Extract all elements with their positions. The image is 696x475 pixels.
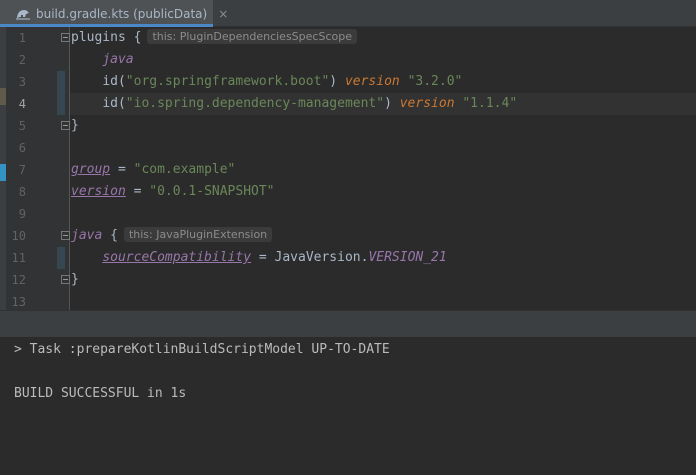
inlay-hint: this: PluginDependenciesSpecScope bbox=[147, 29, 357, 44]
line-number: 1 bbox=[18, 31, 26, 45]
fold-collapse-icon[interactable] bbox=[61, 33, 70, 42]
code-token: id( bbox=[102, 74, 126, 89]
closing-brace: } bbox=[71, 272, 79, 287]
closing-brace: } bbox=[71, 118, 79, 133]
property-version: version bbox=[71, 184, 126, 199]
line-number-current: 4 bbox=[18, 97, 26, 111]
fold-collapse-icon[interactable] bbox=[61, 231, 70, 240]
line-number: 6 bbox=[18, 141, 26, 155]
code-line-11: sourceCompatibility = JavaVersion.VERSIO… bbox=[71, 247, 447, 269]
build-console[interactable]: > Task :prepareKotlinBuildScriptModel UP… bbox=[0, 338, 696, 475]
line-number-gutter: 1 2 3 4 5 6 7 8 9 10 11 12 13 bbox=[6, 27, 57, 310]
line-number: 5 bbox=[18, 119, 26, 133]
editor-tab-bar: build.gradle.kts (publicData) × bbox=[0, 0, 696, 27]
code-token: id( bbox=[102, 96, 126, 111]
code-token: ) bbox=[384, 96, 400, 111]
string-literal: "3.2.0" bbox=[407, 74, 463, 89]
code-token: ) bbox=[329, 74, 345, 89]
line-number: 9 bbox=[18, 207, 26, 221]
line-number: 10 bbox=[11, 229, 26, 243]
plugins-block: plugins { bbox=[71, 30, 142, 45]
string-literal: "com.example" bbox=[133, 162, 236, 177]
code-line-3: id("org.springframework.boot") version "… bbox=[71, 71, 462, 93]
code-line-10: java { this: JavaPluginExtension bbox=[71, 225, 273, 247]
code-token: = bbox=[110, 162, 134, 177]
gradle-kotlin-file-icon bbox=[14, 5, 32, 23]
string-literal: "1.1.4" bbox=[462, 96, 518, 111]
code-line-4: id("io.spring.dependency-management") ve… bbox=[71, 93, 517, 115]
java-block: java bbox=[71, 228, 103, 243]
line-number: 12 bbox=[11, 273, 26, 287]
keyword-version: version bbox=[399, 96, 455, 111]
line-number: 11 bbox=[11, 251, 26, 265]
console-result-line: BUILD SUCCESSFUL in 1s bbox=[14, 386, 187, 401]
inlay-hint: this: JavaPluginExtension bbox=[123, 227, 273, 242]
code-token: = bbox=[125, 184, 150, 199]
property-source-compatibility: sourceCompatibility bbox=[102, 250, 252, 265]
tab-build-gradle-kts[interactable]: build.gradle.kts (publicData) × bbox=[0, 0, 228, 27]
keyword-version: version bbox=[344, 74, 400, 89]
tab-label: build.gradle.kts (publicData) bbox=[36, 6, 208, 21]
vcs-change-marker[interactable] bbox=[57, 71, 65, 115]
code-token: = JavaVersion. bbox=[251, 250, 369, 265]
fold-collapse-icon[interactable] bbox=[61, 121, 70, 130]
property-group: group bbox=[71, 162, 111, 177]
constant-version-21: VERSION_21 bbox=[368, 250, 447, 265]
tool-window-header[interactable] bbox=[0, 310, 696, 338]
code-line-5: } bbox=[71, 115, 79, 137]
code-editor[interactable]: 1 2 3 4 5 6 7 8 9 10 11 12 13 plugins {t… bbox=[6, 27, 696, 310]
code-line-7: group = "com.example" bbox=[71, 159, 235, 181]
string-literal: "org.springframework.boot" bbox=[125, 74, 330, 89]
code-token: { bbox=[102, 228, 118, 243]
line-number: 7 bbox=[18, 163, 26, 177]
code-line-8: version = "0.0.1-SNAPSHOT" bbox=[71, 181, 275, 203]
close-icon[interactable]: × bbox=[218, 7, 228, 21]
plugin-java: java bbox=[102, 52, 134, 67]
code-line-12: } bbox=[71, 269, 79, 291]
string-literal: "io.spring.dependency-management" bbox=[125, 96, 385, 111]
fold-collapse-icon[interactable] bbox=[61, 275, 70, 284]
vcs-change-marker[interactable] bbox=[57, 247, 65, 269]
code-line-2: java bbox=[71, 49, 134, 71]
line-number: 2 bbox=[18, 53, 26, 67]
line-number: 3 bbox=[18, 75, 26, 89]
string-literal: "0.0.1-SNAPSHOT" bbox=[149, 184, 275, 199]
code-line-1: plugins { this: PluginDependenciesSpecSco… bbox=[71, 27, 357, 49]
console-task-line: > Task :prepareKotlinBuildScriptModel UP… bbox=[14, 342, 390, 357]
line-number: 8 bbox=[18, 185, 26, 199]
